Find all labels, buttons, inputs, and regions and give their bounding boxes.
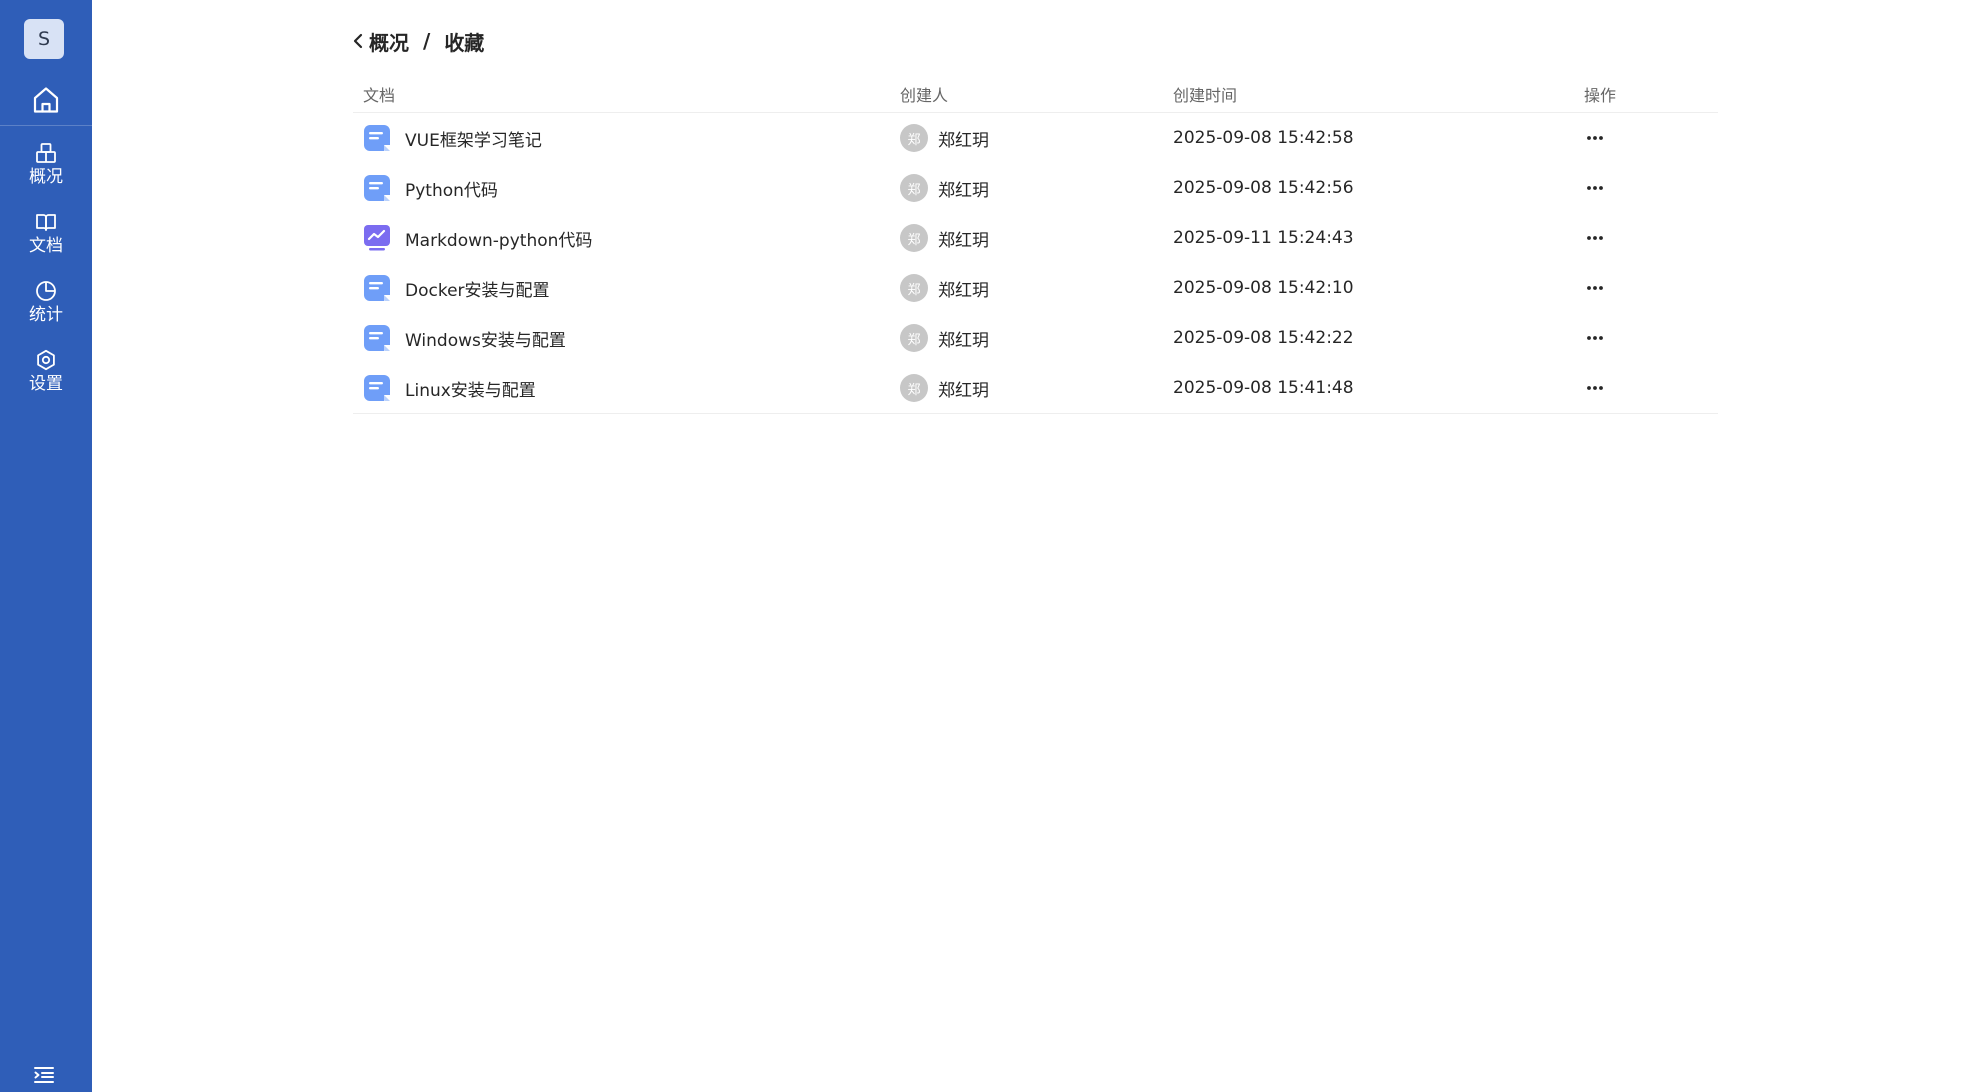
creator-avatar: 郑 — [900, 124, 928, 152]
more-icon — [1587, 186, 1603, 190]
more-icon — [1587, 286, 1603, 290]
doc-name[interactable]: VUE框架学习笔记 — [405, 126, 542, 151]
sidebar-item-overview[interactable]: 概况 — [0, 138, 92, 198]
creator-avatar: 郑 — [900, 324, 928, 352]
sidebar-item-label: 概况 — [29, 167, 63, 187]
more-icon — [1587, 336, 1603, 340]
gear-icon — [37, 349, 55, 371]
more-icon — [1587, 386, 1603, 390]
created-time: 2025-09-08 15:42:56 — [1173, 178, 1354, 198]
actions-cell — [1584, 276, 1718, 300]
doc-icon — [364, 375, 390, 401]
book-icon — [36, 214, 56, 231]
doc-name[interactable]: Linux安装与配置 — [405, 376, 536, 401]
sidebar-item-label: 统计 — [29, 305, 63, 325]
doc-cell: Python代码 — [353, 174, 900, 202]
more-icon — [1587, 136, 1603, 140]
sidebar-item-statistics[interactable]: 统计 — [0, 276, 92, 336]
table-row[interactable]: Markdown-python代码 郑 郑红玥 2025-09-11 15:24… — [353, 213, 1718, 263]
doc-cell: Windows安装与配置 — [353, 324, 900, 352]
creator-cell: 郑 郑红玥 — [900, 224, 1173, 252]
actions-cell — [1584, 176, 1718, 200]
created-time: 2025-09-08 15:42:22 — [1173, 328, 1354, 348]
more-icon — [1587, 236, 1603, 240]
doc-name[interactable]: Markdown-python代码 — [405, 226, 592, 251]
home-icon — [33, 87, 59, 113]
more-actions-button[interactable] — [1580, 176, 1610, 200]
doc-cell: Docker安装与配置 — [353, 274, 900, 302]
actions-cell — [1584, 326, 1718, 350]
sidebar-item-label: 设置 — [29, 374, 63, 394]
creator-avatar: 郑 — [900, 174, 928, 202]
doc-name[interactable]: Python代码 — [405, 176, 498, 201]
creator-cell: 郑 郑红玥 — [900, 274, 1173, 302]
column-header-actions: 操作 — [1584, 86, 1617, 105]
sidebar-item-settings[interactable]: 设置 — [0, 345, 92, 405]
actions-cell — [1584, 376, 1718, 400]
more-actions-button[interactable] — [1580, 326, 1610, 350]
more-actions-button[interactable] — [1580, 226, 1610, 250]
column-header-time: 创建时间 — [1173, 86, 1238, 105]
creator-name: 郑红玥 — [938, 230, 989, 251]
created-time: 2025-09-11 15:24:43 — [1173, 228, 1354, 248]
creator-name: 郑红玥 — [938, 330, 989, 351]
doc-icon — [364, 325, 390, 351]
menu-collapse-icon — [34, 1067, 54, 1083]
sidebar: S 概况 文档 统计 设置 — [0, 0, 92, 1092]
creator-cell: 郑 郑红玥 — [900, 374, 1173, 402]
doc-name[interactable]: Windows安装与配置 — [405, 326, 566, 351]
breadcrumb-current: 收藏 — [444, 30, 485, 55]
creator-cell: 郑 郑红玥 — [900, 324, 1173, 352]
sidebar-divider — [0, 125, 92, 126]
breadcrumb-parent: 概况 — [369, 30, 409, 55]
column-header-creator: 创建人 — [900, 86, 949, 105]
table-row[interactable]: VUE框架学习笔记 郑 郑红玥 2025-09-08 15:42:58 — [353, 113, 1718, 163]
created-time: 2025-09-08 15:41:48 — [1173, 378, 1354, 398]
created-time: 2025-09-08 15:42:58 — [1173, 128, 1354, 148]
sidebar-item-label: 文档 — [29, 236, 63, 256]
home-button[interactable] — [28, 82, 64, 118]
creator-name: 郑红玥 — [938, 180, 989, 201]
creator-avatar: 郑 — [900, 274, 928, 302]
actions-cell — [1584, 126, 1718, 150]
table-row[interactable]: Linux安装与配置 郑 郑红玥 2025-09-08 15:41:48 — [353, 363, 1718, 414]
doc-cell: Linux安装与配置 — [353, 374, 900, 402]
more-actions-button[interactable] — [1580, 126, 1610, 150]
doc-icon — [364, 175, 390, 201]
creator-name: 郑红玥 — [938, 380, 989, 401]
creator-name: 郑红玥 — [938, 280, 989, 301]
doc-cell: Markdown-python代码 — [353, 224, 900, 252]
avatar[interactable]: S — [24, 19, 64, 59]
doc-name[interactable]: Docker安装与配置 — [405, 276, 550, 301]
more-actions-button[interactable] — [1580, 376, 1610, 400]
table-row[interactable]: Docker安装与配置 郑 郑红玥 2025-09-08 15:42:10 — [353, 263, 1718, 313]
doc-icon — [364, 275, 390, 301]
board-icon — [364, 225, 390, 251]
doc-cell: VUE框架学习笔记 — [353, 124, 900, 152]
breadcrumb: 概况 / 收藏 — [353, 26, 484, 56]
doc-icon — [364, 125, 390, 151]
created-time: 2025-09-08 15:42:10 — [1173, 278, 1354, 298]
creator-avatar: 郑 — [900, 374, 928, 402]
table-header: 文档 创建人 创建时间 操作 — [353, 76, 1718, 113]
package-icon — [36, 143, 56, 163]
column-header-doc: 文档 — [363, 86, 396, 105]
sidebar-collapse-button[interactable] — [32, 1064, 56, 1086]
pie-chart-icon — [36, 281, 56, 301]
creator-cell: 郑 郑红玥 — [900, 174, 1173, 202]
chevron-left-icon — [353, 33, 363, 49]
table-row[interactable]: Python代码 郑 郑红玥 2025-09-08 15:42:56 — [353, 163, 1718, 213]
favorites-table: 文档 创建人 创建时间 操作 VUE框架学习笔记 郑 郑红玥 2025-09-0… — [353, 76, 1718, 414]
table-row[interactable]: Windows安装与配置 郑 郑红玥 2025-09-08 15:42:22 — [353, 313, 1718, 363]
more-actions-button[interactable] — [1580, 276, 1610, 300]
breadcrumb-separator: / — [423, 29, 431, 53]
creator-name: 郑红玥 — [938, 130, 989, 151]
breadcrumb-back-link[interactable]: 概况 — [353, 27, 409, 56]
actions-cell — [1584, 226, 1718, 250]
creator-cell: 郑 郑红玥 — [900, 124, 1173, 152]
creator-avatar: 郑 — [900, 224, 928, 252]
sidebar-item-documents[interactable]: 文档 — [0, 207, 92, 267]
